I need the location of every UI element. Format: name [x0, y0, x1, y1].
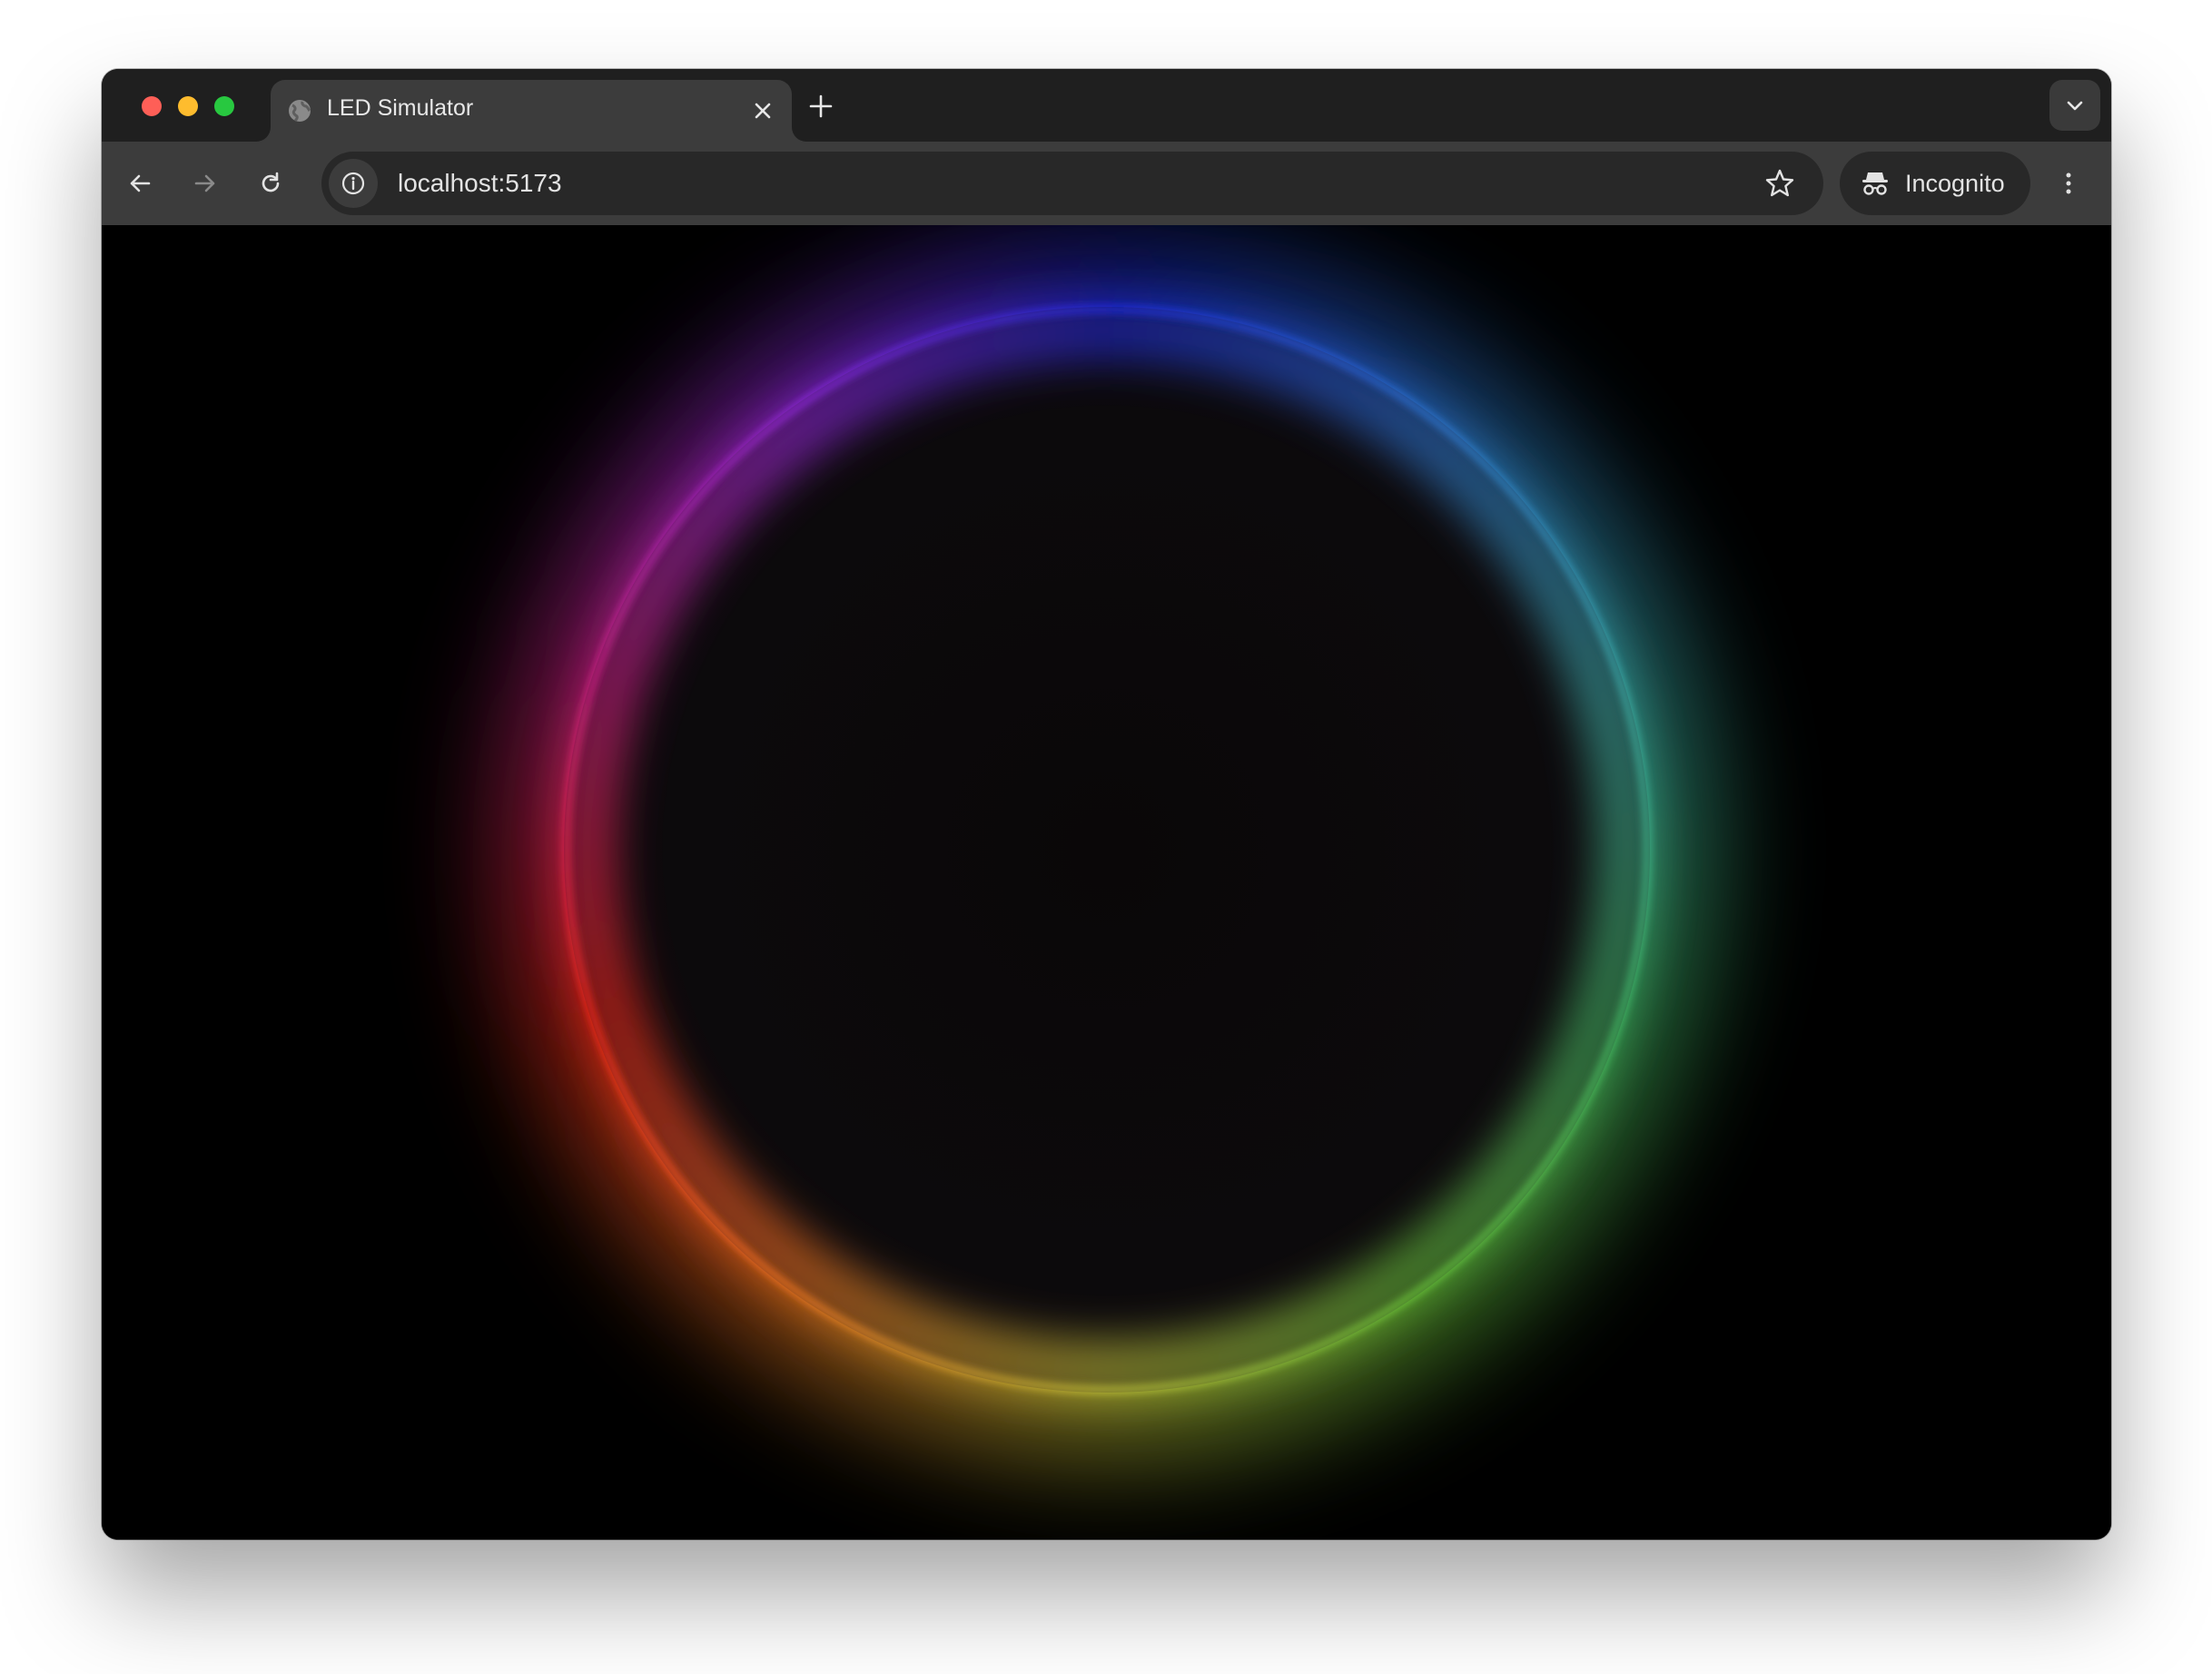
- star-icon[interactable]: [1763, 167, 1796, 200]
- kebab-menu-icon: [2066, 172, 2071, 194]
- info-icon[interactable]: [329, 159, 378, 208]
- reload-icon: [262, 172, 280, 192]
- chevron-down-icon: [2067, 101, 2083, 111]
- reload-button[interactable]: [251, 163, 291, 203]
- browser-window: LED Simulator localhost:5173 Incognito: [102, 69, 2111, 1540]
- tab-led-simulator[interactable]: LED Simulator: [271, 80, 792, 142]
- incognito-icon: [1860, 168, 1891, 199]
- arrow-right-icon: [194, 174, 215, 192]
- tab-search-button[interactable]: [2049, 80, 2100, 131]
- led-ring-canvas: [500, 243, 1714, 1457]
- forward-button[interactable]: [185, 163, 225, 203]
- address-bar[interactable]: localhost:5173: [321, 152, 1823, 215]
- back-button[interactable]: [120, 163, 160, 203]
- arrow-left-icon: [130, 174, 151, 192]
- menu-button[interactable]: [2049, 163, 2089, 203]
- window-maximize-button[interactable]: [214, 96, 234, 116]
- url-text[interactable]: localhost:5173: [398, 169, 562, 198]
- tab-title: LED Simulator: [327, 95, 474, 121]
- close-icon[interactable]: [750, 98, 775, 123]
- globe-icon: [287, 98, 312, 123]
- incognito-button[interactable]: Incognito: [1840, 152, 2030, 215]
- page-viewport: [102, 225, 2111, 1540]
- window-minimize-button[interactable]: [178, 96, 198, 116]
- incognito-label: Incognito: [1905, 170, 2005, 197]
- tab-strip: LED Simulator: [102, 69, 2111, 142]
- window-close-button[interactable]: [142, 96, 162, 116]
- browser-toolbar: localhost:5173 Incognito: [102, 142, 2111, 225]
- plus-icon[interactable]: [806, 92, 835, 121]
